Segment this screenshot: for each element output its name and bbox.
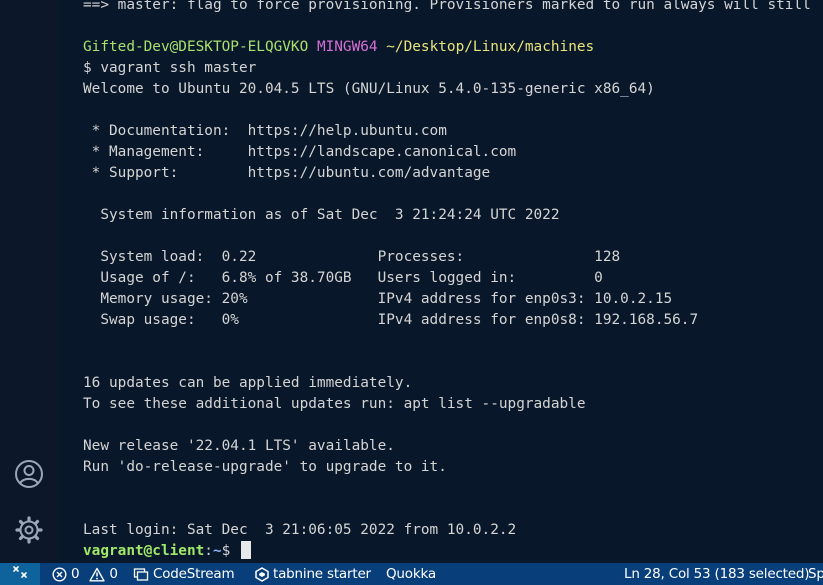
tabnine-button[interactable]: tabnine starter [255,563,371,585]
terminal-output: ==> master: flag to force provisioning. … [83,0,823,562]
prompt-path: ~/Desktop/Linux/machines [386,39,595,55]
final-prompt-separator: : [204,543,213,559]
terminal-prompt-line: Gifted-Dev@DESKTOP-ELQGVKO MINGW64 ~/Des… [83,37,823,58]
terminal-line: ==> master: flag to force provisioning. … [83,0,811,13]
terminal-line: * Documentation: https://help.ubuntu.com [83,123,447,139]
activity-bar [0,0,58,563]
codestream-button[interactable]: CodeStream [133,563,235,585]
terminal-line: System information as of Sat Dec 3 21:24… [83,207,560,223]
terminal-line: Run 'do-release-upgrade' to upgrade to i… [83,459,447,475]
codestream-icon [133,567,149,582]
terminal-line: Usage of /: 6.8% of 38.70GB Users logged… [83,270,603,286]
warning-count: 0 [109,566,118,582]
final-prompt-dollar: $ [221,543,239,559]
terminal-line: System load: 0.22 Processes: 128 [83,249,621,265]
tabnine-label: tabnine starter [273,566,371,582]
remote-button[interactable] [0,563,40,585]
remote-icon [12,564,28,584]
terminal-line: Welcome to Ubuntu 20.04.5 LTS (GNU/Linux… [83,81,655,97]
terminal-panel[interactable]: ==> master: flag to force provisioning. … [58,0,823,563]
tabnine-icon [255,566,269,582]
prompt-shell: MINGW64 [316,39,378,55]
indentation-button[interactable]: Sp [808,563,823,585]
terminal-line: Last login: Sat Dec 3 21:06:05 2022 from… [83,522,517,538]
terminal-cursor[interactable] [240,541,251,559]
cursor-position-label: Ln 28, Col 53 (183 selected) [624,566,810,582]
terminal-command: $ vagrant ssh master [83,60,257,76]
indentation-label: Sp [808,566,823,582]
codestream-label: CodeStream [153,566,235,582]
terminal-line: Memory usage: 20% IPv4 address for enp0s… [83,291,673,307]
final-prompt-user-host: vagrant@client [83,543,205,559]
terminal-line: * Management: https://landscape.canonica… [83,144,517,160]
prompt-user-host: Gifted-Dev@DESKTOP-ELQGVKO [83,39,309,55]
terminal-line: Swap usage: 0% IPv4 address for enp0s8: … [83,312,699,328]
error-count: 0 [71,566,80,582]
terminal-line: To see these additional updates run: apt… [83,396,586,412]
terminal-line: * Support: https://ubuntu.com/advantage [83,165,491,181]
terminal-line: 16 updates can be applied immediately. [83,375,413,391]
quokka-button[interactable]: Quokka [386,563,436,585]
warning-icon [89,567,106,582]
gear-icon[interactable] [13,514,45,546]
terminal-final-prompt: vagrant@client:~$ [83,541,823,562]
quokka-label: Quokka [386,566,436,582]
status-bar: 0 0 CodeStream tabnine starter Quokka Ln… [0,563,823,585]
final-prompt-path: ~ [212,543,222,559]
problems-indicator[interactable]: 0 0 [52,563,118,585]
account-icon[interactable] [13,458,45,490]
cursor-position[interactable]: Ln 28, Col 53 (183 selected) [624,563,810,585]
error-icon [52,566,67,582]
terminal-line: New release '22.04.1 LTS' available. [83,438,395,454]
